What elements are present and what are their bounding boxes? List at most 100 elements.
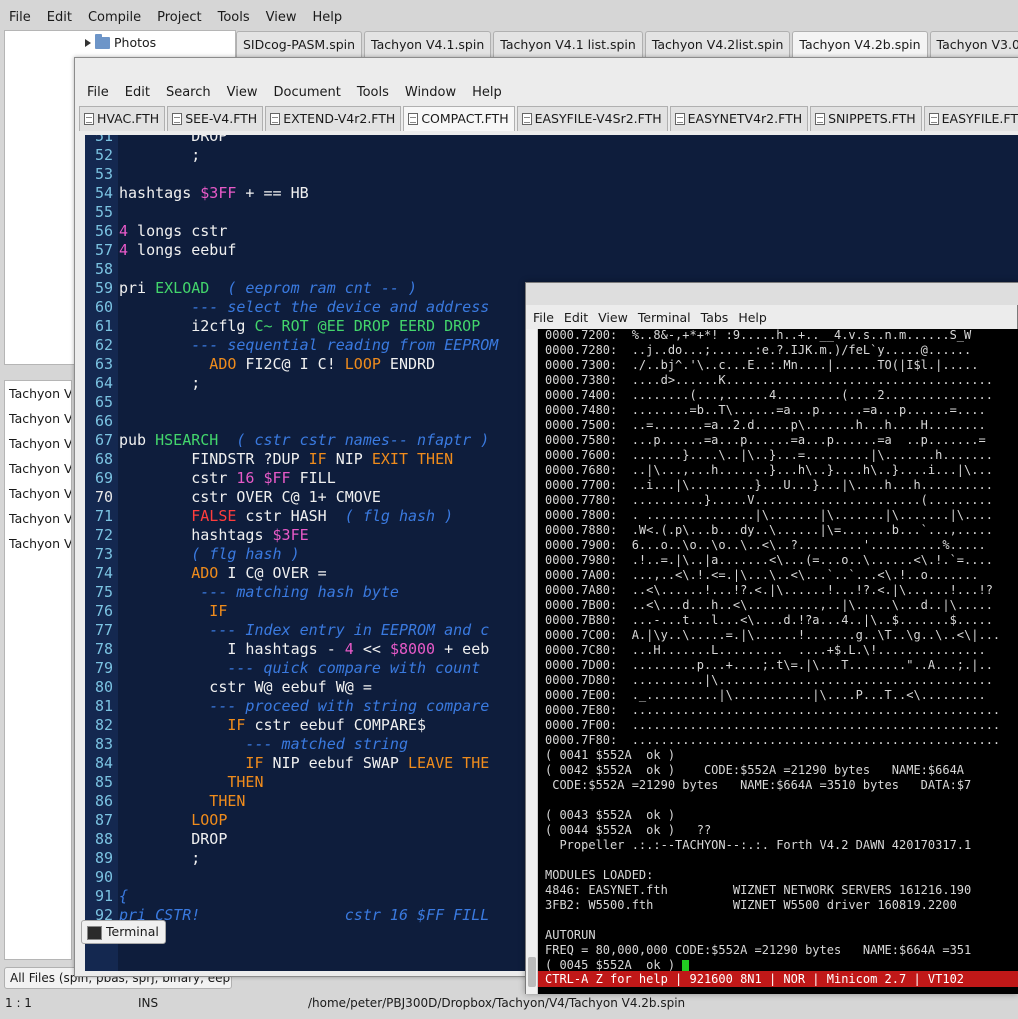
terminal-line: 0000.7B80: ...-...t...l...<\....d.!?a...… (545, 613, 993, 627)
code-text: --- sequential reading from EEPROM (119, 336, 499, 354)
file-list-panel[interactable]: Tachyon V4Tachyon V4Tachyon V4Tachyon V4… (4, 380, 72, 960)
file-list-item[interactable]: Tachyon V4 (5, 406, 71, 431)
file-list-item[interactable]: Tachyon V4 (5, 531, 71, 556)
line-number: 59 (94, 279, 113, 297)
code-text: I hashtags - 4 << $8000 + eeb (119, 640, 490, 658)
menu-edit[interactable]: Edit (39, 10, 80, 25)
terminal-line: 0000.7F80: .............................… (545, 733, 1001, 747)
line-number: 57 (94, 241, 113, 259)
code-text: IF NIP eebuf SWAP LEAVE THE (119, 754, 490, 772)
terminal-menu-file[interactable]: File (528, 310, 559, 325)
menu-compile[interactable]: Compile (80, 10, 149, 25)
menu-file[interactable]: File (0, 10, 39, 25)
editor-menu-help[interactable]: Help (464, 85, 510, 100)
file-list-item[interactable]: Tachyon V4 (5, 506, 71, 531)
scrollbar-thumb[interactable] (528, 957, 536, 987)
terminal-tab[interactable]: Terminal (81, 920, 166, 944)
menu-help[interactable]: Help (305, 10, 351, 25)
terminal-line: Propeller .:.:--TACHYON--:.:. Forth V4.2… (545, 838, 972, 852)
terminal-menu-edit[interactable]: Edit (559, 310, 593, 325)
editor-tab-label: SEE-V4.FTH (185, 111, 258, 126)
editor-tab[interactable]: EXTEND-V4r2.FTH (265, 106, 402, 131)
code-text: --- quick compare with count (119, 659, 481, 677)
line-number: 76 (94, 602, 113, 620)
code-line: 51 DROP (85, 135, 1018, 146)
terminal-line: AUTORUN (545, 928, 596, 942)
file-tab[interactable]: Tachyon V4.2b.spin (792, 31, 928, 59)
editor-tab-label: EXTEND-V4r2.FTH (283, 111, 396, 126)
editor-tab[interactable]: EASYNETV4r2.FTH (669, 106, 809, 131)
tree-item-photos[interactable]: Photos (85, 33, 157, 50)
code-text: ADO I C@ OVER = (119, 564, 327, 582)
terminal-line: 0000.7C80: ...H.......L......... ....+$.… (545, 643, 986, 657)
line-number: 64 (94, 374, 113, 392)
file-list-item[interactable]: Tachyon V4 (5, 381, 71, 406)
editor-tab[interactable]: SNIPPETS.FTH (810, 106, 922, 131)
terminal-titlebar[interactable] (526, 283, 1018, 305)
code-text: ADO FI2C@ I C! LOOP ENDRD (119, 355, 436, 373)
file-list-item[interactable]: Tachyon V4 (5, 456, 71, 481)
terminal-line: 0000.7E00: ._..........|\...........|\..… (545, 688, 986, 702)
terminal-line: 0000.7880: .W<.(.p\...b...dy..\......|\=… (545, 523, 993, 537)
cursor-position: 1 : 1 (5, 996, 32, 1010)
file-list-item[interactable]: Tachyon V4 (5, 431, 71, 456)
editor-menu-file[interactable]: File (79, 85, 117, 100)
editor-menu-search[interactable]: Search (158, 85, 219, 100)
code-line: 57 4 longs eebuf (85, 241, 1018, 260)
code-text: IF cstr eebuf COMPARE$ (119, 716, 427, 734)
editor-tab-label: SNIPPETS.FTH (828, 111, 916, 126)
terminal-scrollbar[interactable] (526, 329, 538, 994)
editor-menu-edit[interactable]: Edit (117, 85, 158, 100)
editor-tab[interactable]: EASYFILE.FTH (923, 106, 1018, 131)
editor-menu-window[interactable]: Window (397, 85, 464, 100)
terminal-menu-terminal[interactable]: Terminal (633, 310, 696, 325)
terminal-menu-help[interactable]: Help (733, 310, 772, 325)
terminal-line: 0000.7E80: .............................… (545, 703, 1001, 717)
line-number: 90 (94, 868, 113, 886)
code-text: ; (119, 146, 201, 164)
editor-tab[interactable]: COMPACT.FTH (403, 106, 515, 131)
menu-tools[interactable]: Tools (210, 10, 258, 25)
terminal-menu-tabs[interactable]: Tabs (696, 310, 734, 325)
code-text: LOOP (119, 811, 228, 829)
file-tab[interactable]: Tachyon V4.2list.spin (644, 31, 791, 58)
code-text: 4 longs eebuf (119, 241, 237, 259)
line-number: 83 (94, 735, 113, 753)
editor-tab[interactable]: SEE-V4.FTH (167, 106, 264, 131)
terminal-line: 0000.7300: ./..bj^.'\..c...E..:.Mn....|.… (545, 358, 979, 372)
terminal-menu-view[interactable]: View (593, 310, 633, 325)
line-number: 52 (94, 146, 113, 164)
code-text: THEN (119, 773, 264, 791)
file-tab[interactable]: SIDcog-PASM.spin (236, 31, 363, 58)
line-number: 87 (94, 811, 113, 829)
editor-menu-view[interactable]: View (219, 85, 266, 100)
terminal-line: ( 0042 $552A ok ) CODE:$552A =21290 byte… (545, 763, 965, 777)
terminal-line: 0000.7900: 6...o..\o..\o..\..<\..?......… (545, 538, 986, 552)
file-tab[interactable]: Tachyon V4.1.spin (364, 31, 492, 58)
expand-arrow-icon[interactable] (85, 38, 91, 47)
terminal-line: ( 0044 $552A ok ) ?? (545, 823, 712, 837)
line-number: 69 (94, 469, 113, 487)
editor-menu-tools[interactable]: Tools (349, 85, 397, 100)
file-tab[interactable]: Tachyon V3.0 JUNO.spin (929, 31, 1018, 58)
editor-menu-document[interactable]: Document (265, 85, 348, 100)
menu-project[interactable]: Project (149, 10, 209, 25)
minicom-status-bar: CTRL-A Z for help | 921600 8N1 | NOR | M… (538, 971, 1018, 987)
code-text: --- Index entry in EEPROM and c (119, 621, 490, 639)
tree-item-label: Photos (114, 35, 157, 50)
line-number: 89 (94, 849, 113, 867)
menu-view[interactable]: View (258, 10, 305, 25)
file-path: /home/peter/PBJ300D/Dropbox/Tachyon/V4/T… (308, 996, 686, 1010)
terminal-screen[interactable]: ( 0045 $552A ok ) FREQ = 80,000,000 CODE… (538, 329, 1018, 994)
editor-tab[interactable]: HVAC.FTH (79, 106, 166, 131)
editor-tab[interactable]: EASYFILE-V4Sr2.FTH (516, 106, 668, 131)
terminal-line: 0000.7280: ..j..do...;......:e.?.IJK.m.)… (545, 343, 972, 357)
line-number: 72 (94, 526, 113, 544)
file-tab[interactable]: Tachyon V4.1 list.spin (493, 31, 643, 58)
line-number: 84 (94, 754, 113, 772)
code-line: 56 4 longs cstr (85, 222, 1018, 241)
file-list-item[interactable]: Tachyon V4 (5, 481, 71, 506)
document-icon (674, 113, 685, 125)
terminal-line: 0000.7200: %..8&-,+*+*! :9.....h..+..__4… (545, 329, 972, 342)
editor-tab-label: EASYFILE.FTH (941, 111, 1018, 126)
